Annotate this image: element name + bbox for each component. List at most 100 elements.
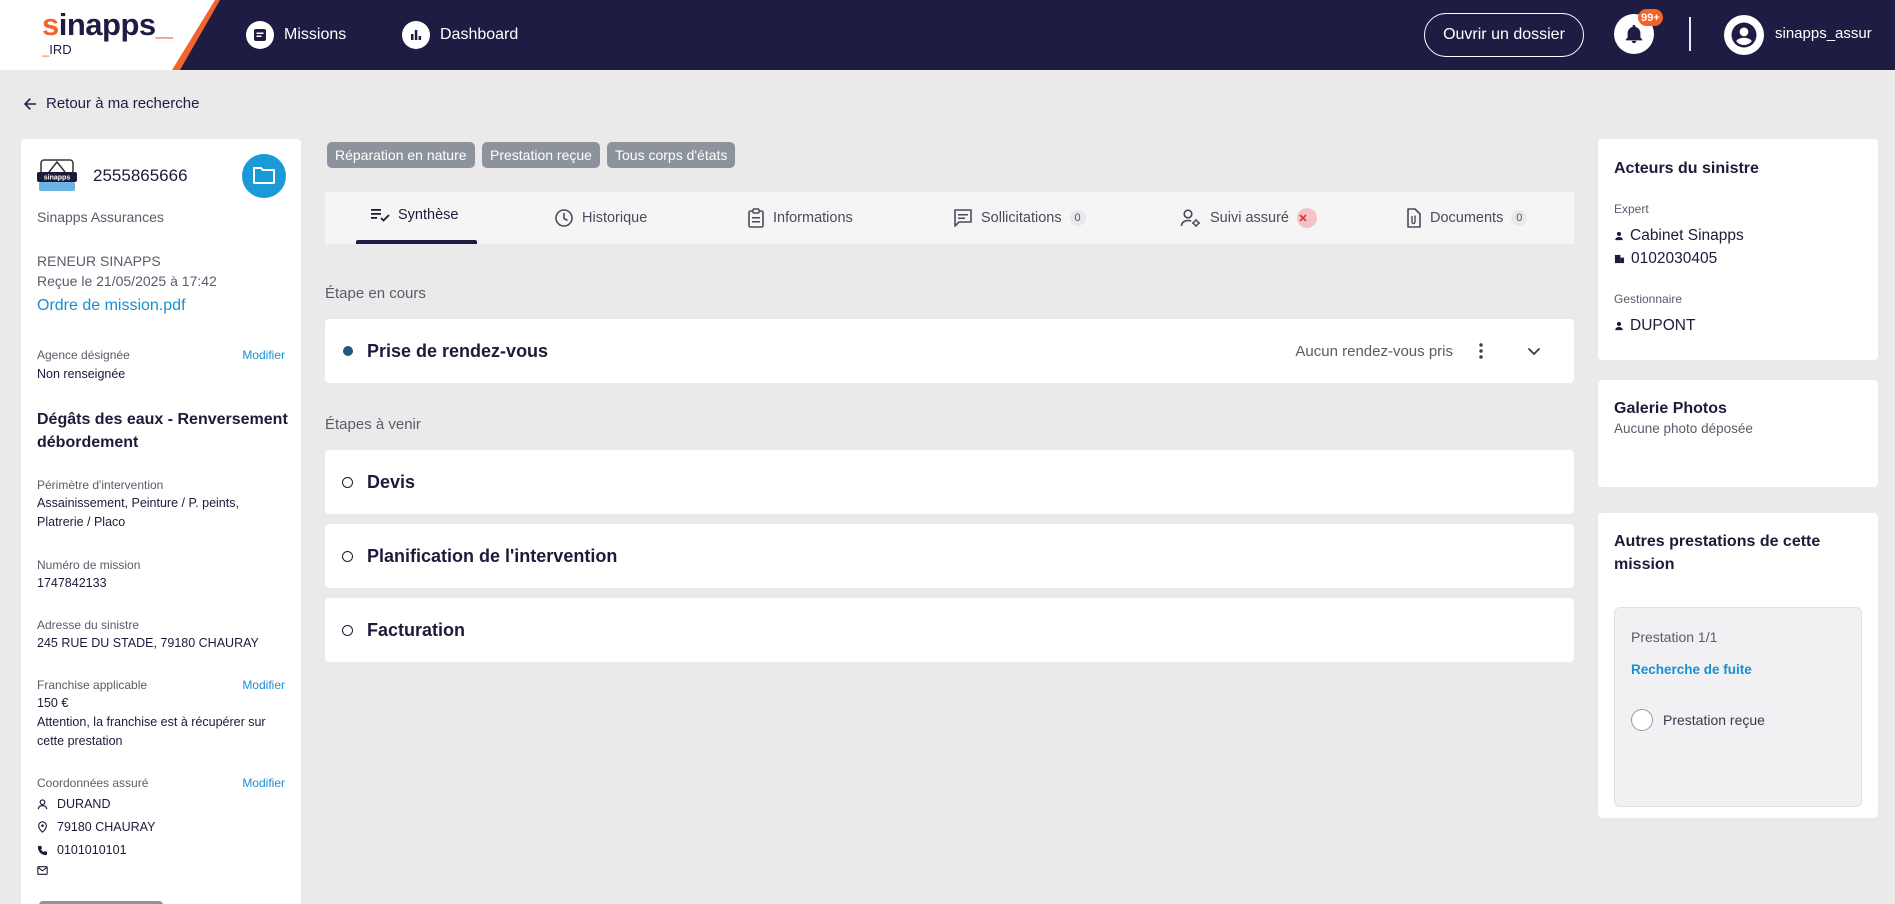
step-title: Facturation	[367, 619, 466, 640]
list-check-icon	[371, 209, 390, 222]
logo-subtitle: _IRD	[42, 42, 72, 57]
documents-count-badge: 0	[1511, 210, 1528, 226]
mission-order-link[interactable]: Ordre de mission.pdf	[37, 297, 186, 315]
back-label: Retour à ma recherche	[46, 95, 200, 112]
tab-sollicitations[interactable]: Sollicitations 0	[953, 192, 1086, 244]
sinistre-title-line-2: débordement	[37, 434, 139, 451]
chevron-down-icon[interactable]	[1524, 341, 1544, 361]
other-title-line-1: Autres prestations de cette	[1614, 533, 1821, 550]
agency-label: Agence désignée	[37, 348, 130, 362]
renewer-name: RENEUR SINAPPS	[37, 253, 161, 269]
back-to-search-link[interactable]: Retour à ma recherche	[22, 95, 199, 112]
nav-missions-label: Missions	[284, 26, 347, 43]
username[interactable]: sinapps_assur	[1775, 25, 1872, 42]
step-pending-dot	[342, 476, 353, 488]
top-bar: sinapps_ _IRD Missions Dashboard Ouvrir …	[0, 0, 1895, 70]
nav-dashboard-label: Dashboard	[440, 26, 519, 43]
phone-icon	[37, 845, 48, 855]
tab-informations-label: Informations	[773, 210, 853, 226]
franchise-note-line-2: cette prestation	[37, 734, 123, 748]
appointment-status: Aucun rendez-vous pris	[1295, 342, 1453, 360]
insurer-logo: sinapps	[37, 158, 77, 192]
tab-historique-label: Historique	[582, 210, 648, 226]
more-options-icon[interactable]	[1471, 341, 1491, 361]
step-pending-dot	[342, 550, 353, 562]
photo-gallery-card[interactable]: Galerie Photos Aucune photo déposée	[1598, 380, 1878, 487]
prestation-count: Prestation 1/1	[1631, 629, 1718, 645]
mission-number-value: 1747842133	[37, 576, 107, 590]
contact-name: DURAND	[57, 797, 111, 811]
chip-trades: Tous corps d'états	[607, 142, 736, 168]
insurer-name: Sinapps Assurances	[37, 209, 164, 225]
expert-name: Cabinet Sinapps	[1630, 227, 1744, 244]
mail-icon	[37, 866, 48, 875]
contact-label: Coordonnées assuré	[37, 776, 149, 790]
expert-phone-row: 0102030405	[1614, 250, 1717, 268]
tab-synthese[interactable]: Synthèse	[370, 189, 458, 241]
address-value: 245 RUE DU STADE, 79180 CHAURAY	[37, 636, 259, 650]
actors-card: Acteurs du sinistre Expert Cabinet Sinap…	[1598, 139, 1878, 360]
contact-city: 79180 CHAURAY	[57, 820, 156, 834]
other-prestations-title: Autres prestations de cette mission	[1614, 530, 1820, 576]
modify-franchise-link[interactable]: Modifier	[242, 678, 285, 692]
expert-label: Expert	[1614, 202, 1649, 216]
missions-icon	[246, 21, 274, 49]
manager-name-row: DUPONT	[1614, 317, 1695, 335]
modify-contact-link[interactable]: Modifier	[242, 776, 285, 790]
manager-name: DUPONT	[1630, 317, 1696, 334]
current-step-card[interactable]: Prise de rendez-vous Aucun rendez-vous p…	[325, 319, 1574, 383]
header-divider	[1689, 17, 1691, 51]
franchise-label: Franchise applicable	[37, 678, 148, 692]
tab-informations[interactable]: Informations	[747, 192, 853, 244]
user-avatar[interactable]	[1724, 15, 1764, 55]
bar-chart-icon	[402, 21, 430, 49]
prestation-link[interactable]: Recherche de fuite	[1631, 662, 1752, 677]
nav-missions[interactable]: Missions	[246, 20, 346, 50]
tab-bar	[325, 192, 1574, 244]
step-pending-dot	[342, 624, 353, 636]
bell-icon	[1625, 24, 1643, 44]
perimeter-line-1: Assainissement, Peinture / P. peints,	[37, 496, 239, 510]
notification-count-badge: 99+	[1638, 9, 1663, 26]
received-date: Reçue le 21/05/2025 à 17:42	[37, 273, 217, 289]
manager-label: Gestionnaire	[1614, 292, 1683, 306]
folder-button[interactable]	[242, 154, 286, 198]
tab-suivi-assure-label: Suivi assuré	[1210, 210, 1289, 226]
current-step-title: Prise de rendez-vous	[367, 340, 549, 361]
location-pin-icon	[38, 821, 47, 833]
status-circle-icon	[1631, 709, 1653, 731]
step-planification[interactable]: Planification de l'intervention	[325, 524, 1574, 588]
step-devis[interactable]: Devis	[325, 450, 1574, 514]
tab-documents[interactable]: Documents 0	[1404, 192, 1528, 244]
chip-repair-type: Réparation en nature	[327, 142, 475, 168]
address-label: Adresse du sinistre	[37, 618, 140, 632]
person-icon	[37, 798, 48, 809]
prestation-item: Prestation 1/1 Recherche de fuite Presta…	[1614, 607, 1862, 807]
attachment-file-icon	[1407, 208, 1421, 228]
other-title-line-2: mission	[1614, 556, 1675, 573]
modify-agency-link[interactable]: Modifier	[242, 348, 285, 362]
user-icon	[1731, 22, 1757, 48]
franchise-note: Attention, la franchise est à récupérer …	[37, 713, 266, 751]
arrow-left-icon	[24, 97, 36, 110]
tab-historique[interactable]: Historique	[554, 192, 647, 244]
person-icon	[1615, 321, 1623, 331]
step-title: Devis	[367, 471, 416, 492]
dossier-panel: sinapps 2555865666 Sinapps Assurances RE…	[21, 139, 301, 904]
other-prestations-card: Autres prestations de cette mission Pres…	[1598, 513, 1878, 818]
step-facturation[interactable]: Facturation	[325, 598, 1574, 662]
actors-title: Acteurs du sinistre	[1614, 160, 1759, 177]
gallery-title: Galerie Photos	[1614, 400, 1727, 417]
nav-dashboard[interactable]: Dashboard	[402, 20, 518, 50]
close-icon	[1296, 208, 1317, 228]
chat-icon	[954, 209, 972, 227]
clock-icon	[555, 209, 573, 227]
sollicitations-count-badge: 0	[1069, 210, 1086, 226]
active-tab-indicator	[356, 240, 477, 244]
contact-name-row: DURAND	[37, 797, 110, 811]
step-active-dot	[343, 346, 353, 356]
open-dossier-button[interactable]: Ouvrir un dossier	[1424, 13, 1584, 57]
folder-icon	[253, 167, 275, 184]
franchise-note-line-1: Attention, la franchise est à récupérer …	[37, 715, 266, 729]
tab-suivi-assure[interactable]: Suivi assuré	[1180, 192, 1317, 244]
